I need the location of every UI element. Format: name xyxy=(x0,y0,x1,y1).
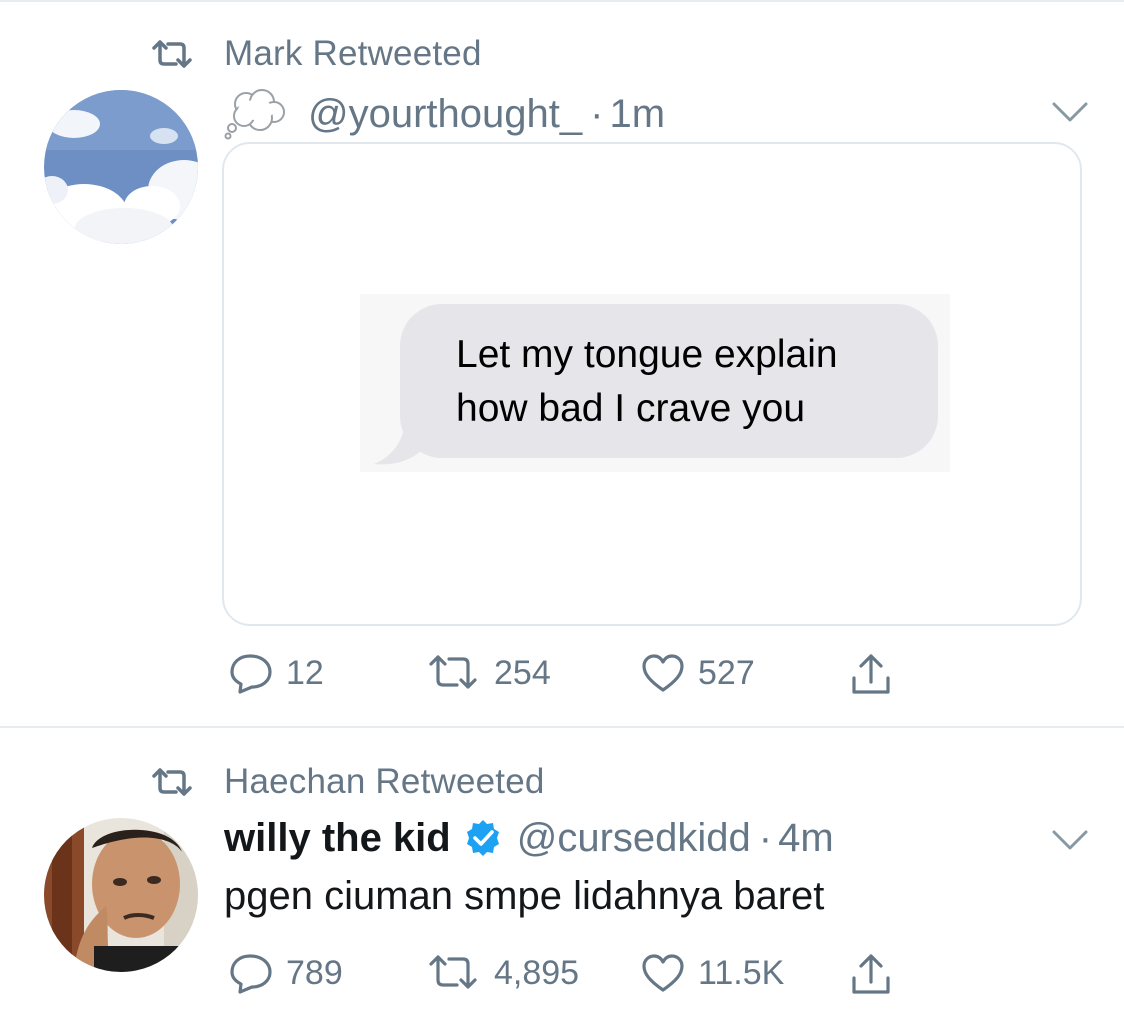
person-photo-avatar-icon xyxy=(44,818,198,972)
sky-clouds-avatar-icon xyxy=(44,90,198,244)
share-icon xyxy=(852,954,890,994)
retweet-button[interactable]: 4,895 xyxy=(424,952,579,994)
verified-badge-icon xyxy=(466,820,499,856)
tweet[interactable]: Haechan Retweeted willy the kid @cursedk… xyxy=(0,728,1124,1024)
reply-count: 12 xyxy=(286,653,324,692)
action-bar: 12 254 527 xyxy=(228,652,928,698)
author-name[interactable]: willy the kid xyxy=(224,816,451,861)
author-handle[interactable]: @yourthought_ xyxy=(308,92,582,137)
timestamp[interactable]: 4m xyxy=(778,816,834,861)
tweet-header: willy the kid @cursedkidd · 4m xyxy=(224,810,834,866)
like-button[interactable]: 11.5K xyxy=(640,952,784,994)
retweet-context[interactable]: Haechan Retweeted xyxy=(148,762,545,802)
thought-balloon-icon xyxy=(224,89,285,140)
timestamp[interactable]: 1m xyxy=(609,92,665,137)
retweet-context[interactable]: Mark Retweeted xyxy=(148,34,482,74)
reply-count: 789 xyxy=(286,953,343,992)
retweet-icon xyxy=(152,768,192,796)
retweet-button[interactable]: 254 xyxy=(424,652,551,694)
share-icon xyxy=(852,654,890,694)
share-button[interactable] xyxy=(848,652,894,698)
message-line-2: how bad I crave you xyxy=(456,387,806,430)
retweet-count: 254 xyxy=(494,653,551,692)
retweet-icon xyxy=(152,40,192,68)
tweet-text: pgen ciuman smpe lidahnya baret xyxy=(224,874,825,918)
action-bar: 789 4,895 11.5K xyxy=(228,952,928,998)
tweet-header: @yourthought_ · 1m xyxy=(224,86,665,142)
author-handle[interactable]: @cursedkidd xyxy=(517,816,751,861)
reply-button[interactable]: 12 xyxy=(228,652,324,694)
retweet-count: 4,895 xyxy=(494,953,580,992)
avatar[interactable] xyxy=(44,818,198,972)
reply-icon xyxy=(230,954,272,994)
retweeted-by-label: Haechan Retweeted xyxy=(224,762,545,801)
heart-icon xyxy=(642,954,684,992)
retweet-icon xyxy=(429,955,477,989)
heart-icon xyxy=(642,654,684,692)
retweeted-by-label: Mark Retweeted xyxy=(224,34,482,73)
message-text: Let my tongue explain how bad I crave yo… xyxy=(456,328,838,436)
separator-dot: · xyxy=(590,91,604,136)
chevron-down-icon[interactable] xyxy=(1050,828,1090,852)
media-attachment[interactable]: Let my tongue explain how bad I crave yo… xyxy=(222,142,1082,626)
like-count: 527 xyxy=(698,653,755,692)
like-button[interactable]: 527 xyxy=(640,652,755,694)
share-button[interactable] xyxy=(848,952,894,998)
separator-dot: · xyxy=(758,815,773,860)
message-line-1: Let my tongue explain xyxy=(456,333,838,376)
like-count: 11.5K xyxy=(698,953,785,992)
tweet[interactable]: Mark Retweeted @yourthought_ · 1m Let my… xyxy=(0,0,1124,726)
message-bubble: Let my tongue explain how bad I crave yo… xyxy=(400,304,938,458)
chevron-down-icon[interactable] xyxy=(1050,100,1090,124)
message-screenshot: Let my tongue explain how bad I crave yo… xyxy=(360,294,950,472)
reply-icon xyxy=(230,654,272,694)
retweet-icon xyxy=(429,655,477,689)
reply-button[interactable]: 789 xyxy=(228,952,343,994)
avatar[interactable] xyxy=(44,90,198,244)
